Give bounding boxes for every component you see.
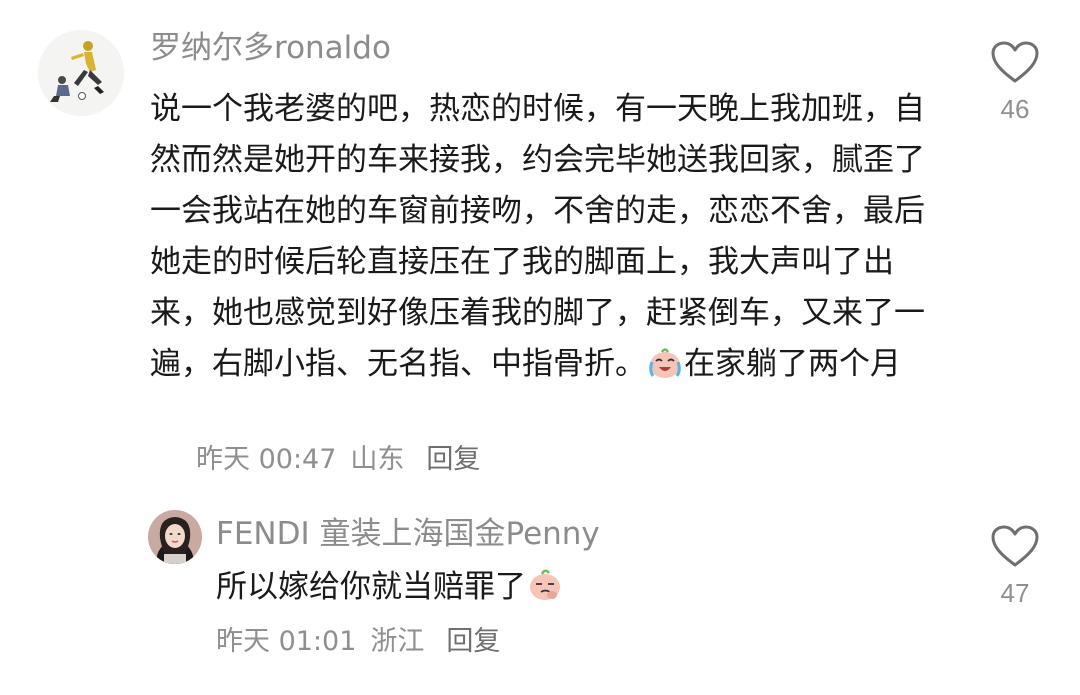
comment-location: 山东	[350, 444, 405, 475]
comment-time: 昨天 01:01	[216, 626, 357, 657]
comment-text: 说一个我老婆的吧，热恋的时候，有一天晚上我加班，自然而然是她开的车来接我，约会完…	[150, 84, 940, 396]
username[interactable]: 罗纳尔多ronaldo	[150, 28, 391, 68]
avatar[interactable]	[148, 510, 202, 564]
comment-text: 所以嫁给你就当赔罪了	[216, 564, 916, 616]
comment-location: 浙江	[370, 626, 425, 657]
crying-laughing-emoji-icon	[646, 345, 684, 396]
smirk-peach-emoji-icon	[526, 565, 564, 616]
like-button[interactable]: 47	[985, 524, 1045, 609]
woman-avatar-icon	[148, 510, 202, 564]
comment-text-main: 所以嫁给你就当赔罪了	[216, 569, 526, 605]
like-count: 47	[1000, 578, 1030, 608]
reply-button[interactable]: 回复	[446, 626, 500, 657]
avatar[interactable]	[38, 30, 124, 116]
comment-meta: 昨天 00:47 山东 回复	[196, 442, 494, 478]
soccer-player-avatar-icon	[38, 30, 124, 116]
heart-icon[interactable]	[990, 524, 1040, 568]
like-count: 46	[1000, 94, 1030, 124]
like-button[interactable]: 46	[985, 40, 1045, 125]
comment-meta: 昨天 01:01 浙江 回复	[216, 624, 514, 660]
reply-button[interactable]: 回复	[426, 444, 480, 475]
comment-time: 昨天 00:47	[196, 444, 337, 475]
comment-text-tail: 在家躺了两个月	[684, 346, 901, 382]
comment-text-main: 说一个我老婆的吧，热恋的时候，有一天晚上我加班，自然而然是她开的车来接我，约会完…	[150, 91, 925, 382]
heart-icon[interactable]	[990, 40, 1040, 84]
username[interactable]: FENDI 童装上海国金Penny	[216, 514, 600, 554]
